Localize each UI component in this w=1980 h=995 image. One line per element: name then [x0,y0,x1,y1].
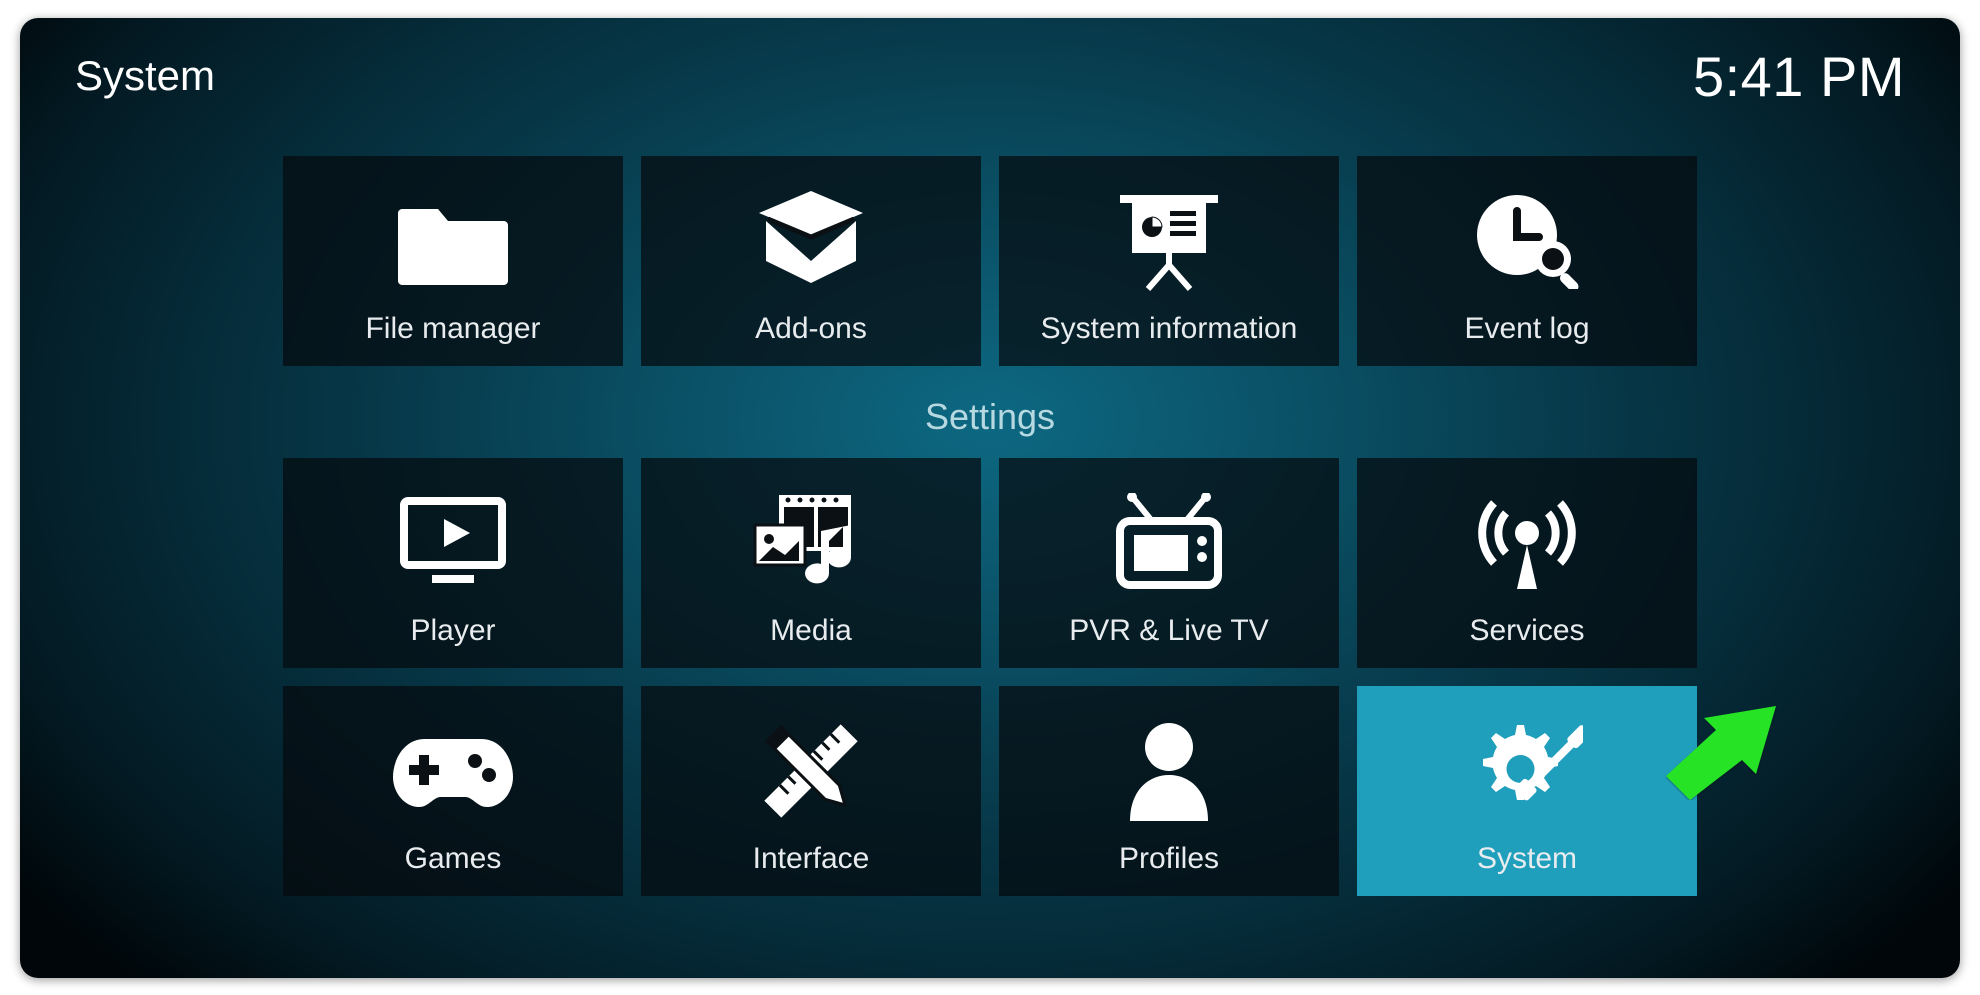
page-title: System [75,52,215,100]
rulers-icon [641,686,981,842]
row-top: File manager Add-ons System information … [283,156,1697,366]
gear-tool-icon [1357,686,1697,842]
tile-label: PVR & Live TV [1069,614,1269,648]
tile-label: Profiles [1119,842,1219,876]
tile-label: Interface [753,842,870,876]
settings-screen: System 5:41 PM File manager Add-ons [20,18,1960,978]
tile-label: Services [1469,614,1584,648]
tile-games[interactable]: Games [283,686,623,896]
person-icon [999,686,1339,842]
tile-services[interactable]: Services [1357,458,1697,668]
tile-pvr-live-tv[interactable]: PVR & Live TV [999,458,1339,668]
gamepad-icon [283,686,623,842]
presentation-icon [999,156,1339,312]
tile-file-manager[interactable]: File manager [283,156,623,366]
clock-search-icon [1357,156,1697,312]
play-icon [283,458,623,614]
tile-system[interactable]: System [1357,686,1697,896]
media-icon [641,458,981,614]
topbar: System 5:41 PM [75,44,1905,109]
tile-label: System information [1041,312,1298,346]
tile-label: Event log [1464,312,1589,346]
tv-icon [999,458,1339,614]
tile-media[interactable]: Media [641,458,981,668]
row-bottom: Games Interface Profiles System [283,686,1697,896]
box-icon [641,156,981,312]
tile-label: Player [410,614,495,648]
tile-addons[interactable]: Add-ons [641,156,981,366]
tile-label: Games [405,842,502,876]
folder-icon [283,156,623,312]
tile-profiles[interactable]: Profiles [999,686,1339,896]
tile-player[interactable]: Player [283,458,623,668]
tile-grid: File manager Add-ons System information … [20,156,1960,914]
tile-interface[interactable]: Interface [641,686,981,896]
tile-label: Media [770,614,852,648]
tile-label: Add-ons [755,312,867,346]
section-label: Settings [925,396,1055,438]
tile-system-information[interactable]: System information [999,156,1339,366]
tile-label: File manager [365,312,540,346]
broadcast-icon [1357,458,1697,614]
tile-label: System [1477,842,1577,876]
row-middle: Player Media PVR & Live TV Services [283,458,1697,668]
clock: 5:41 PM [1693,44,1905,109]
tile-event-log[interactable]: Event log [1357,156,1697,366]
